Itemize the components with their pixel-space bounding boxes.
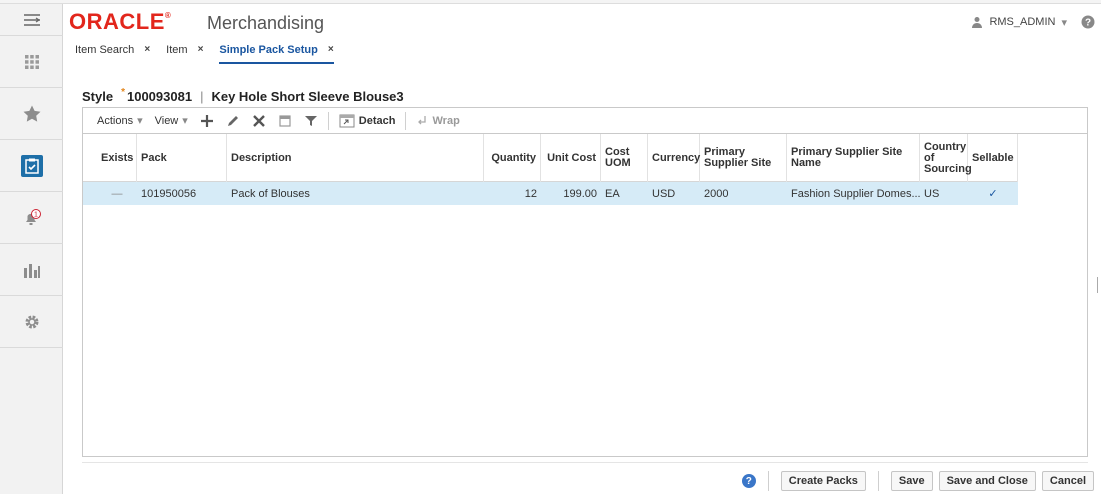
tab-close-icon[interactable]: ×: [198, 44, 204, 55]
title-divider: |: [200, 89, 204, 104]
edit-button[interactable]: [220, 108, 246, 134]
footer-divider: [767, 471, 769, 491]
save-button[interactable]: Save: [890, 471, 933, 491]
required-mark: *: [121, 87, 125, 98]
save-and-close-button[interactable]: Save and Close: [938, 471, 1036, 491]
freeze-button[interactable]: [272, 108, 298, 134]
item-number: 100093081: [126, 89, 193, 104]
menu-icon[interactable]: [0, 4, 63, 36]
delete-button[interactable]: [246, 108, 272, 134]
actions-menu[interactable]: Actions ▾: [91, 108, 149, 134]
col-exists[interactable]: Exists: [97, 134, 137, 182]
settings-gear-icon[interactable]: [0, 296, 63, 348]
cell-supplier-site-name: Fashion Supplier Domes...: [791, 187, 920, 200]
filter-funnel-icon: [304, 115, 317, 126]
app-window: 1 ORACLE® Merchandising RMS_ADMIN ▾ ? It…: [0, 0, 1101, 494]
packs-table: Exists Pack Description Quantity Unit Co…: [82, 133, 1088, 457]
notification-count: 1: [34, 211, 38, 218]
create-packs-button[interactable]: Create Packs: [780, 471, 866, 491]
col-cost-uom[interactable]: Cost UOM: [601, 134, 648, 182]
reports-chart-icon[interactable]: [0, 244, 63, 296]
col-pack[interactable]: Pack: [137, 134, 227, 182]
cancel-button[interactable]: Cancel: [1041, 471, 1094, 491]
col-primary-supplier-site-name[interactable]: Primary Supplier Site Name: [787, 134, 920, 182]
user-menu[interactable]: RMS_ADMIN ▾ ?: [971, 15, 1095, 29]
view-menu[interactable]: View ▾: [149, 108, 194, 134]
actions-label: Actions: [97, 114, 134, 127]
row-header-spacer: [83, 134, 97, 182]
view-label: View: [154, 114, 179, 127]
cell-cost-uom: EA: [605, 187, 620, 200]
table-toolbar: Actions ▾ View ▾ Detach Wrap: [82, 107, 1088, 133]
wrap-icon: [418, 115, 427, 124]
cell-quantity: 12: [524, 187, 537, 200]
toolbar-divider: [405, 111, 407, 130]
wrap-button[interactable]: Wrap: [410, 108, 465, 134]
col-primary-supplier-site[interactable]: Primary Supplier Site: [700, 134, 787, 182]
col-sellable[interactable]: Sellable: [968, 134, 1018, 182]
title-prefix: Style: [82, 89, 114, 104]
apps-grid-icon[interactable]: [0, 36, 63, 88]
tab-item[interactable]: Item ×: [166, 44, 203, 64]
col-quantity[interactable]: Quantity: [484, 134, 541, 182]
left-rail: 1: [0, 4, 63, 494]
chevron-down-icon: ▾: [182, 115, 188, 127]
user-name: RMS_ADMIN: [989, 16, 1056, 28]
tab-item-search[interactable]: Item Search ×: [75, 44, 150, 64]
tab-label: Simple Pack Setup: [219, 44, 318, 56]
help-icon[interactable]: ?: [741, 474, 756, 488]
cell-sellable-checkmark-icon[interactable]: ✓: [968, 182, 1018, 205]
favorites-star-icon[interactable]: [0, 88, 63, 140]
freeze-icon: [279, 114, 291, 127]
pencil-icon: [227, 115, 238, 126]
content-divider: [82, 462, 1088, 463]
tab-simple-pack-setup[interactable]: Simple Pack Setup ×: [219, 44, 334, 64]
cell-supplier-site: 2000: [704, 187, 729, 200]
table-row[interactable]: — 101950056 Pack of Blouses 12 199.00 EA…: [83, 182, 1018, 205]
col-currency[interactable]: Currency: [648, 134, 700, 182]
wrap-label: Wrap: [432, 114, 460, 127]
cell-description: Pack of Blouses: [231, 187, 310, 200]
panel-splitter-handle[interactable]: [1097, 277, 1101, 293]
document-tabs: Item Search × Item × Simple Pack Setup ×: [75, 44, 334, 64]
detach-button[interactable]: Detach: [333, 108, 402, 134]
detach-label: Detach: [358, 114, 396, 127]
tasks-clipboard-icon[interactable]: [0, 140, 63, 192]
user-icon: [972, 17, 983, 28]
plus-icon: [200, 114, 213, 127]
chevron-down-icon: ▾: [137, 115, 143, 127]
tab-label: Item: [166, 44, 188, 56]
table-header: Exists Pack Description Quantity Unit Co…: [83, 134, 1018, 182]
filter-button[interactable]: [298, 108, 324, 134]
delete-x-icon: [252, 114, 265, 127]
add-button[interactable]: [194, 108, 220, 134]
app-name: Merchandising: [207, 13, 325, 33]
detach-icon: [339, 114, 355, 127]
col-country-of-sourcing[interactable]: Country of Sourcing: [920, 134, 972, 182]
oracle-logo: ORACLE®: [69, 9, 172, 34]
tab-close-icon[interactable]: ×: [328, 44, 334, 55]
notifications-bell-icon[interactable]: 1: [0, 192, 63, 244]
cell-pack: 101950056: [141, 187, 197, 200]
page-title: Style * 100093081 | Key Hole Short Sleev…: [82, 87, 404, 104]
footer-divider: [877, 471, 879, 491]
toolbar-divider: [327, 111, 329, 130]
help-menu-icon[interactable]: ?: [1081, 15, 1095, 29]
cell-exists[interactable]: —: [97, 182, 137, 205]
svg-text:?: ?: [1085, 18, 1091, 29]
app-header: ORACLE® Merchandising RMS_ADMIN ▾ ?: [63, 4, 1101, 38]
cell-country: US: [924, 187, 940, 200]
user-caret: ▾: [1061, 16, 1067, 29]
tab-label: Item Search: [75, 44, 135, 56]
col-unit-cost[interactable]: Unit Cost: [541, 134, 601, 182]
col-description[interactable]: Description: [227, 134, 484, 182]
cell-currency: USD: [652, 187, 676, 200]
item-name: Key Hole Short Sleeve Blouse3: [211, 89, 404, 104]
cell-unit-cost: 199.00: [563, 187, 597, 200]
footer-actions: ? Create Packs Save Save and Close Cance…: [741, 471, 1094, 491]
tab-close-icon[interactable]: ×: [144, 44, 150, 55]
